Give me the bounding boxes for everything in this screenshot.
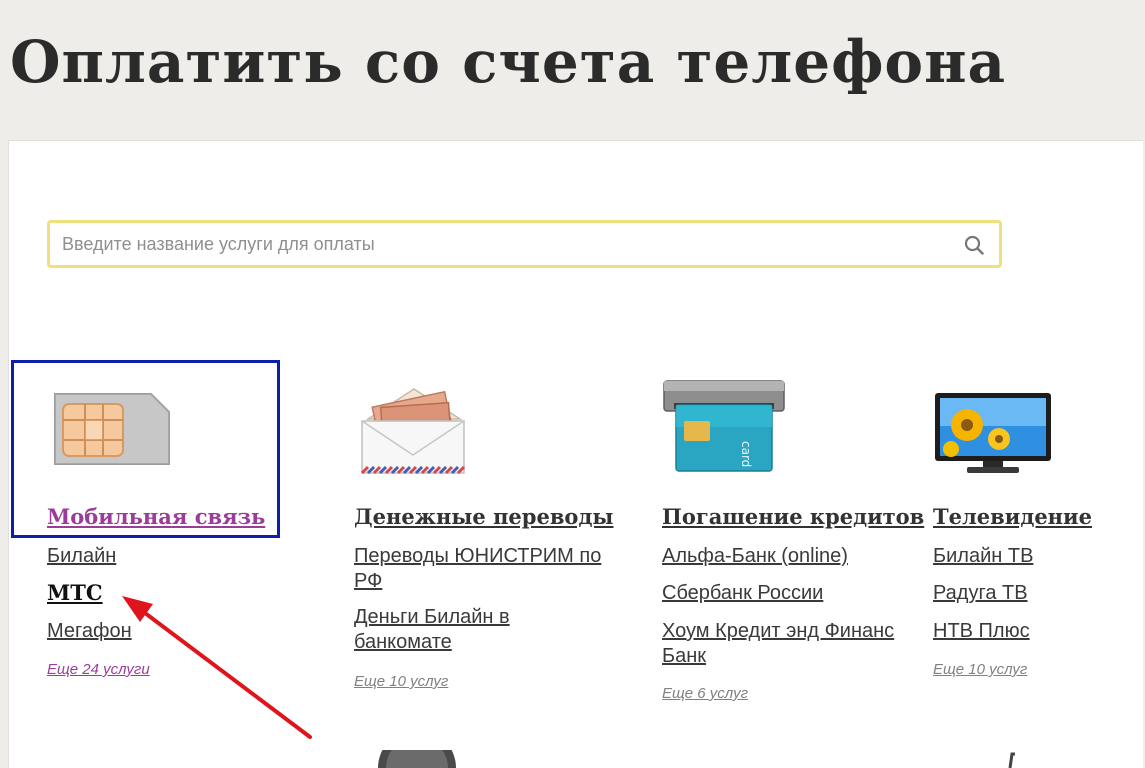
link-home-credit[interactable]: Хоум Кредит энд Финанс Банк bbox=[662, 619, 912, 669]
search-icon[interactable] bbox=[963, 234, 985, 256]
category-title-mobile[interactable]: Мобильная связь bbox=[47, 504, 265, 529]
money-envelope-icon bbox=[360, 388, 466, 475]
search-input[interactable] bbox=[62, 229, 942, 259]
search-box[interactable] bbox=[47, 220, 1002, 268]
svg-text:card: card bbox=[739, 441, 753, 467]
category-title-tv[interactable]: Телевидение bbox=[933, 504, 1092, 529]
sim-card-icon bbox=[54, 393, 170, 465]
atm-card-icon: card bbox=[663, 380, 785, 472]
page: Оплатить со счета телефона Мобильная свя… bbox=[0, 0, 1145, 768]
more-services-tv[interactable]: Еще 10 услуг bbox=[933, 661, 1027, 678]
more-services-transfers[interactable]: Еще 10 услуг bbox=[354, 673, 448, 690]
link-sberbank[interactable]: Сбербанк России bbox=[662, 581, 912, 606]
partial-category-icon bbox=[1008, 752, 1015, 768]
category-title-transfers[interactable]: Денежные переводы bbox=[354, 504, 614, 529]
partial-category-icon bbox=[378, 750, 456, 768]
category-title-loans[interactable]: Погашение кредитов bbox=[662, 504, 924, 529]
link-beeline[interactable]: Билайн bbox=[47, 544, 297, 569]
more-services-loans[interactable]: Еще 6 услуг bbox=[662, 685, 748, 702]
tv-icon bbox=[935, 393, 1051, 473]
link-beeline-tv[interactable]: Билайн ТВ bbox=[933, 544, 1145, 569]
link-beeline-money-atm[interactable]: Деньги Билайн в банкомате bbox=[354, 605, 604, 655]
link-mts[interactable]: МТС bbox=[47, 580, 297, 605]
link-ntv-plus[interactable]: НТВ Плюс bbox=[933, 619, 1145, 644]
more-services-mobile[interactable]: Еще 24 услуги bbox=[47, 661, 150, 678]
page-title: Оплатить со счета телефона bbox=[10, 28, 1007, 96]
link-raduga-tv[interactable]: Радуга ТВ bbox=[933, 581, 1145, 606]
link-megafon[interactable]: Мегафон bbox=[47, 619, 297, 644]
link-alfa-bank[interactable]: Альфа-Банк (online) bbox=[662, 544, 912, 569]
link-unistream[interactable]: Переводы ЮНИСТРИМ по РФ bbox=[354, 544, 604, 594]
